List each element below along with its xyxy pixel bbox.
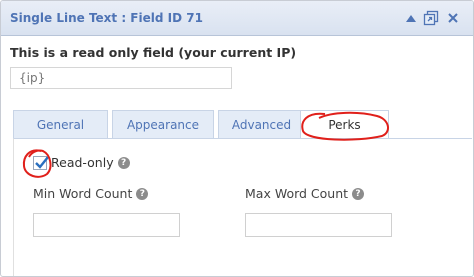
tab-advanced[interactable]: Advanced (218, 110, 305, 138)
delete-icon[interactable] (445, 10, 461, 26)
readonly-option: Read-only ? (33, 155, 130, 170)
settings-tabs: General Appearance Advanced Perks (13, 110, 471, 139)
min-word-count-label-row: Min Word Count ? (33, 186, 149, 201)
readonly-label: Read-only (51, 155, 114, 170)
min-word-count-label: Min Word Count (33, 186, 133, 201)
tab-perks[interactable]: Perks (300, 110, 389, 139)
tab-general[interactable]: General (13, 110, 108, 138)
field-settings-panel: Single Line Text : Field ID 71 This is a… (0, 0, 474, 277)
help-icon[interactable]: ? (136, 187, 149, 200)
tab-appearance[interactable]: Appearance (112, 110, 214, 138)
max-word-count-label: Max Word Count (245, 186, 349, 201)
min-word-count-input[interactable] (33, 213, 180, 237)
max-word-count-label-row: Max Word Count ? (245, 186, 365, 201)
help-icon[interactable]: ? (117, 156, 130, 169)
panel-titlebar: Single Line Text : Field ID 71 (1, 1, 473, 36)
max-word-count-input[interactable] (245, 213, 392, 237)
readonly-checkbox[interactable] (33, 155, 49, 170)
collapse-icon[interactable] (403, 10, 419, 26)
ip-input[interactable] (10, 67, 232, 89)
panel-title: Single Line Text : Field ID 71 (10, 11, 203, 25)
field-label: This is a read only field (your current … (10, 45, 297, 60)
duplicate-icon[interactable] (423, 10, 439, 26)
help-icon[interactable]: ? (352, 187, 365, 200)
